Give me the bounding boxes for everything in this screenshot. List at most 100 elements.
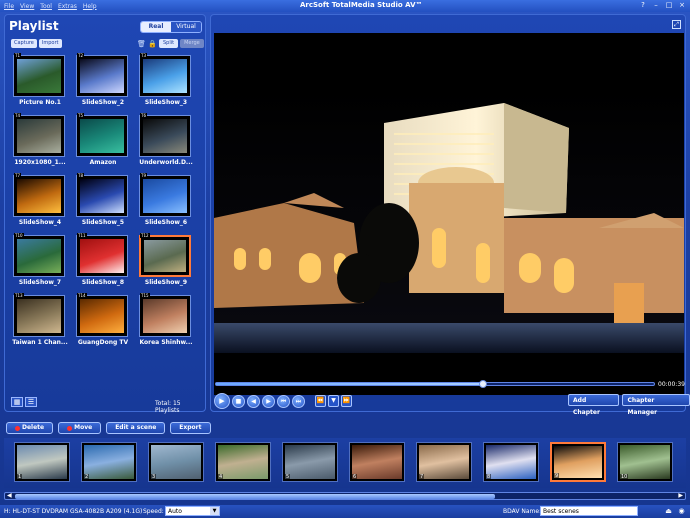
capture-button[interactable]: Capture bbox=[11, 39, 37, 48]
tab-real[interactable]: Real bbox=[141, 22, 171, 32]
menu-help[interactable]: Help bbox=[83, 3, 97, 10]
scene-thumbnail[interactable]: 1 bbox=[14, 442, 70, 482]
previous-chapter-button[interactable]: ⏪ bbox=[315, 395, 326, 407]
bdav-name-input[interactable]: Best scenes bbox=[540, 506, 638, 516]
list-view-icon[interactable]: ☰ bbox=[25, 397, 37, 407]
maximize-icon[interactable]: □ bbox=[665, 1, 673, 9]
menu-tool[interactable]: Tool bbox=[40, 3, 52, 10]
playlist-tag: T1 bbox=[14, 53, 21, 58]
scene-scrollbar[interactable]: ◀ ▶ bbox=[4, 492, 686, 500]
burn-icon[interactable]: ◉ bbox=[677, 507, 686, 516]
menu-bar: File View Tool Extras Help bbox=[0, 3, 97, 10]
video-preview[interactable] bbox=[214, 33, 684, 395]
scene-thumbnail[interactable]: 10 bbox=[617, 442, 673, 482]
playlist-item-label: SlideShow_2 bbox=[81, 99, 125, 106]
playlist-item[interactable]: T12 SlideShow_9 bbox=[137, 233, 195, 291]
scene-image bbox=[554, 446, 602, 478]
previous-button[interactable]: ⏮ bbox=[277, 394, 290, 408]
scene-thumbnail[interactable]: 2 bbox=[81, 442, 137, 482]
move-button[interactable]: Move bbox=[58, 422, 102, 434]
menu-extras[interactable]: Extras bbox=[58, 3, 77, 10]
add-chapter-button[interactable]: Add Chapter bbox=[568, 394, 620, 416]
scene-thumbnail[interactable]: 4 bbox=[215, 442, 271, 482]
playlist-item-label: SlideShow_5 bbox=[81, 219, 125, 226]
playlist-item[interactable]: T5 Amazon bbox=[74, 113, 132, 171]
lock-icon[interactable]: 🔒 bbox=[148, 40, 157, 48]
scene-image bbox=[218, 445, 268, 479]
next-button[interactable]: ⏭ bbox=[292, 394, 305, 408]
trash-icon[interactable]: 🗑 bbox=[137, 40, 146, 48]
move-icon bbox=[67, 425, 73, 431]
playlist-item-label: Korea Shinhw... bbox=[139, 339, 193, 346]
capture-import-group: Capture Import bbox=[11, 39, 62, 48]
drive-info: H: HL-DT-ST DVDRAM GSA-4082B A209 (4.1G) bbox=[4, 508, 143, 515]
export-button[interactable]: Export bbox=[170, 422, 211, 434]
tab-virtual[interactable]: Virtual bbox=[171, 22, 201, 32]
playlist-item-label: SlideShow_9 bbox=[144, 279, 188, 286]
playlist-item[interactable]: T8 SlideShow_5 bbox=[74, 173, 132, 231]
playlist-item[interactable]: T4 1920x1080_1... bbox=[11, 113, 69, 171]
playlist-item-label: Taiwan 1 Chan... bbox=[12, 339, 68, 346]
minimize-icon[interactable]: – bbox=[652, 1, 660, 9]
split-button[interactable]: Split bbox=[159, 39, 179, 48]
thumbnail-image bbox=[80, 59, 124, 93]
chapter-manager-button[interactable]: Chapter Manager bbox=[622, 394, 690, 416]
scene-number: 1 bbox=[17, 474, 23, 480]
playlist-item[interactable]: T14 GuangDong TV bbox=[74, 293, 132, 351]
eject-icon[interactable]: ⏏ bbox=[664, 507, 673, 516]
speed-label: Speed: bbox=[143, 508, 164, 515]
edit-scene-button[interactable]: Edit a scene bbox=[106, 422, 166, 434]
delete-label: Delete bbox=[22, 424, 45, 431]
playlist-thumbnail bbox=[13, 235, 65, 277]
player-panel: ⤢ bbox=[210, 14, 686, 412]
thumbnail-view-icon[interactable]: ▦ bbox=[11, 397, 23, 407]
scene-number: 3 bbox=[151, 474, 157, 480]
playlist-item[interactable]: T1 Picture No.1 bbox=[11, 53, 69, 111]
chevron-down-icon[interactable]: ▼ bbox=[210, 507, 219, 515]
playlist-item[interactable]: T3 SlideShow_3 bbox=[137, 53, 195, 111]
playlist-item[interactable]: T15 Korea Shinhw... bbox=[137, 293, 195, 351]
playlist-tag: T6 bbox=[140, 113, 147, 118]
scene-thumbnail[interactable]: 8 bbox=[483, 442, 539, 482]
scene-number: 6 bbox=[352, 474, 358, 480]
scene-thumbnail[interactable]: 7 bbox=[416, 442, 472, 482]
scene-image bbox=[419, 445, 469, 479]
transport-controls: ▶ ■ ◀ ▶ ⏮ ⏭ ⏪ ▼ ⏩ bbox=[214, 393, 352, 409]
speed-select[interactable]: Auto ▼ bbox=[165, 506, 220, 516]
playlist-item[interactable]: T2 SlideShow_2 bbox=[74, 53, 132, 111]
scrollbar-thumb[interactable] bbox=[15, 494, 495, 499]
thumbnail-image bbox=[143, 119, 187, 153]
menu-file[interactable]: File bbox=[4, 3, 14, 10]
scene-thumbnail[interactable]: 3 bbox=[148, 442, 204, 482]
delete-button[interactable]: Delete bbox=[6, 422, 54, 434]
thumbnail-image bbox=[17, 239, 61, 273]
close-icon[interactable]: × bbox=[678, 1, 686, 9]
playlist-item[interactable]: T13 Taiwan 1 Chan... bbox=[11, 293, 69, 351]
menu-view[interactable]: View bbox=[20, 3, 34, 10]
play-button[interactable]: ▶ bbox=[214, 393, 230, 409]
fullscreen-icon[interactable]: ⤢ bbox=[672, 20, 681, 29]
playlist-item[interactable]: T9 SlideShow_6 bbox=[137, 173, 195, 231]
playlist-item[interactable]: T10 SlideShow_7 bbox=[11, 233, 69, 291]
scene-toolbar: Delete Move Edit a scene Export bbox=[6, 422, 211, 434]
chapter-dropdown-button[interactable]: ▼ bbox=[328, 395, 339, 407]
import-button[interactable]: Import bbox=[38, 39, 62, 48]
scene-thumbnail[interactable]: 6 bbox=[349, 442, 405, 482]
playlist-item[interactable]: T7 SlideShow_4 bbox=[11, 173, 69, 231]
thumbnail-image bbox=[80, 119, 124, 153]
step-back-button[interactable]: ◀ bbox=[247, 394, 260, 408]
stop-button[interactable]: ■ bbox=[232, 394, 245, 408]
scroll-left-icon[interactable]: ◀ bbox=[7, 493, 12, 499]
playlist-item[interactable]: T11 SlideShow_8 bbox=[74, 233, 132, 291]
scroll-right-icon[interactable]: ▶ bbox=[678, 493, 683, 499]
scene-thumbnail[interactable]: 9 bbox=[550, 442, 606, 482]
playlist-item[interactable]: T6 Underworld.D... bbox=[137, 113, 195, 171]
next-chapter-button[interactable]: ⏩ bbox=[341, 395, 352, 407]
step-forward-button[interactable]: ▶ bbox=[262, 394, 275, 408]
scene-thumbnail[interactable]: 5 bbox=[282, 442, 338, 482]
thumbnail-image bbox=[80, 179, 124, 213]
help-icon[interactable]: ? bbox=[639, 1, 647, 9]
merge-button[interactable]: Merge bbox=[180, 39, 204, 48]
seek-bar[interactable] bbox=[215, 380, 655, 388]
scene-number: 9 bbox=[554, 473, 560, 479]
